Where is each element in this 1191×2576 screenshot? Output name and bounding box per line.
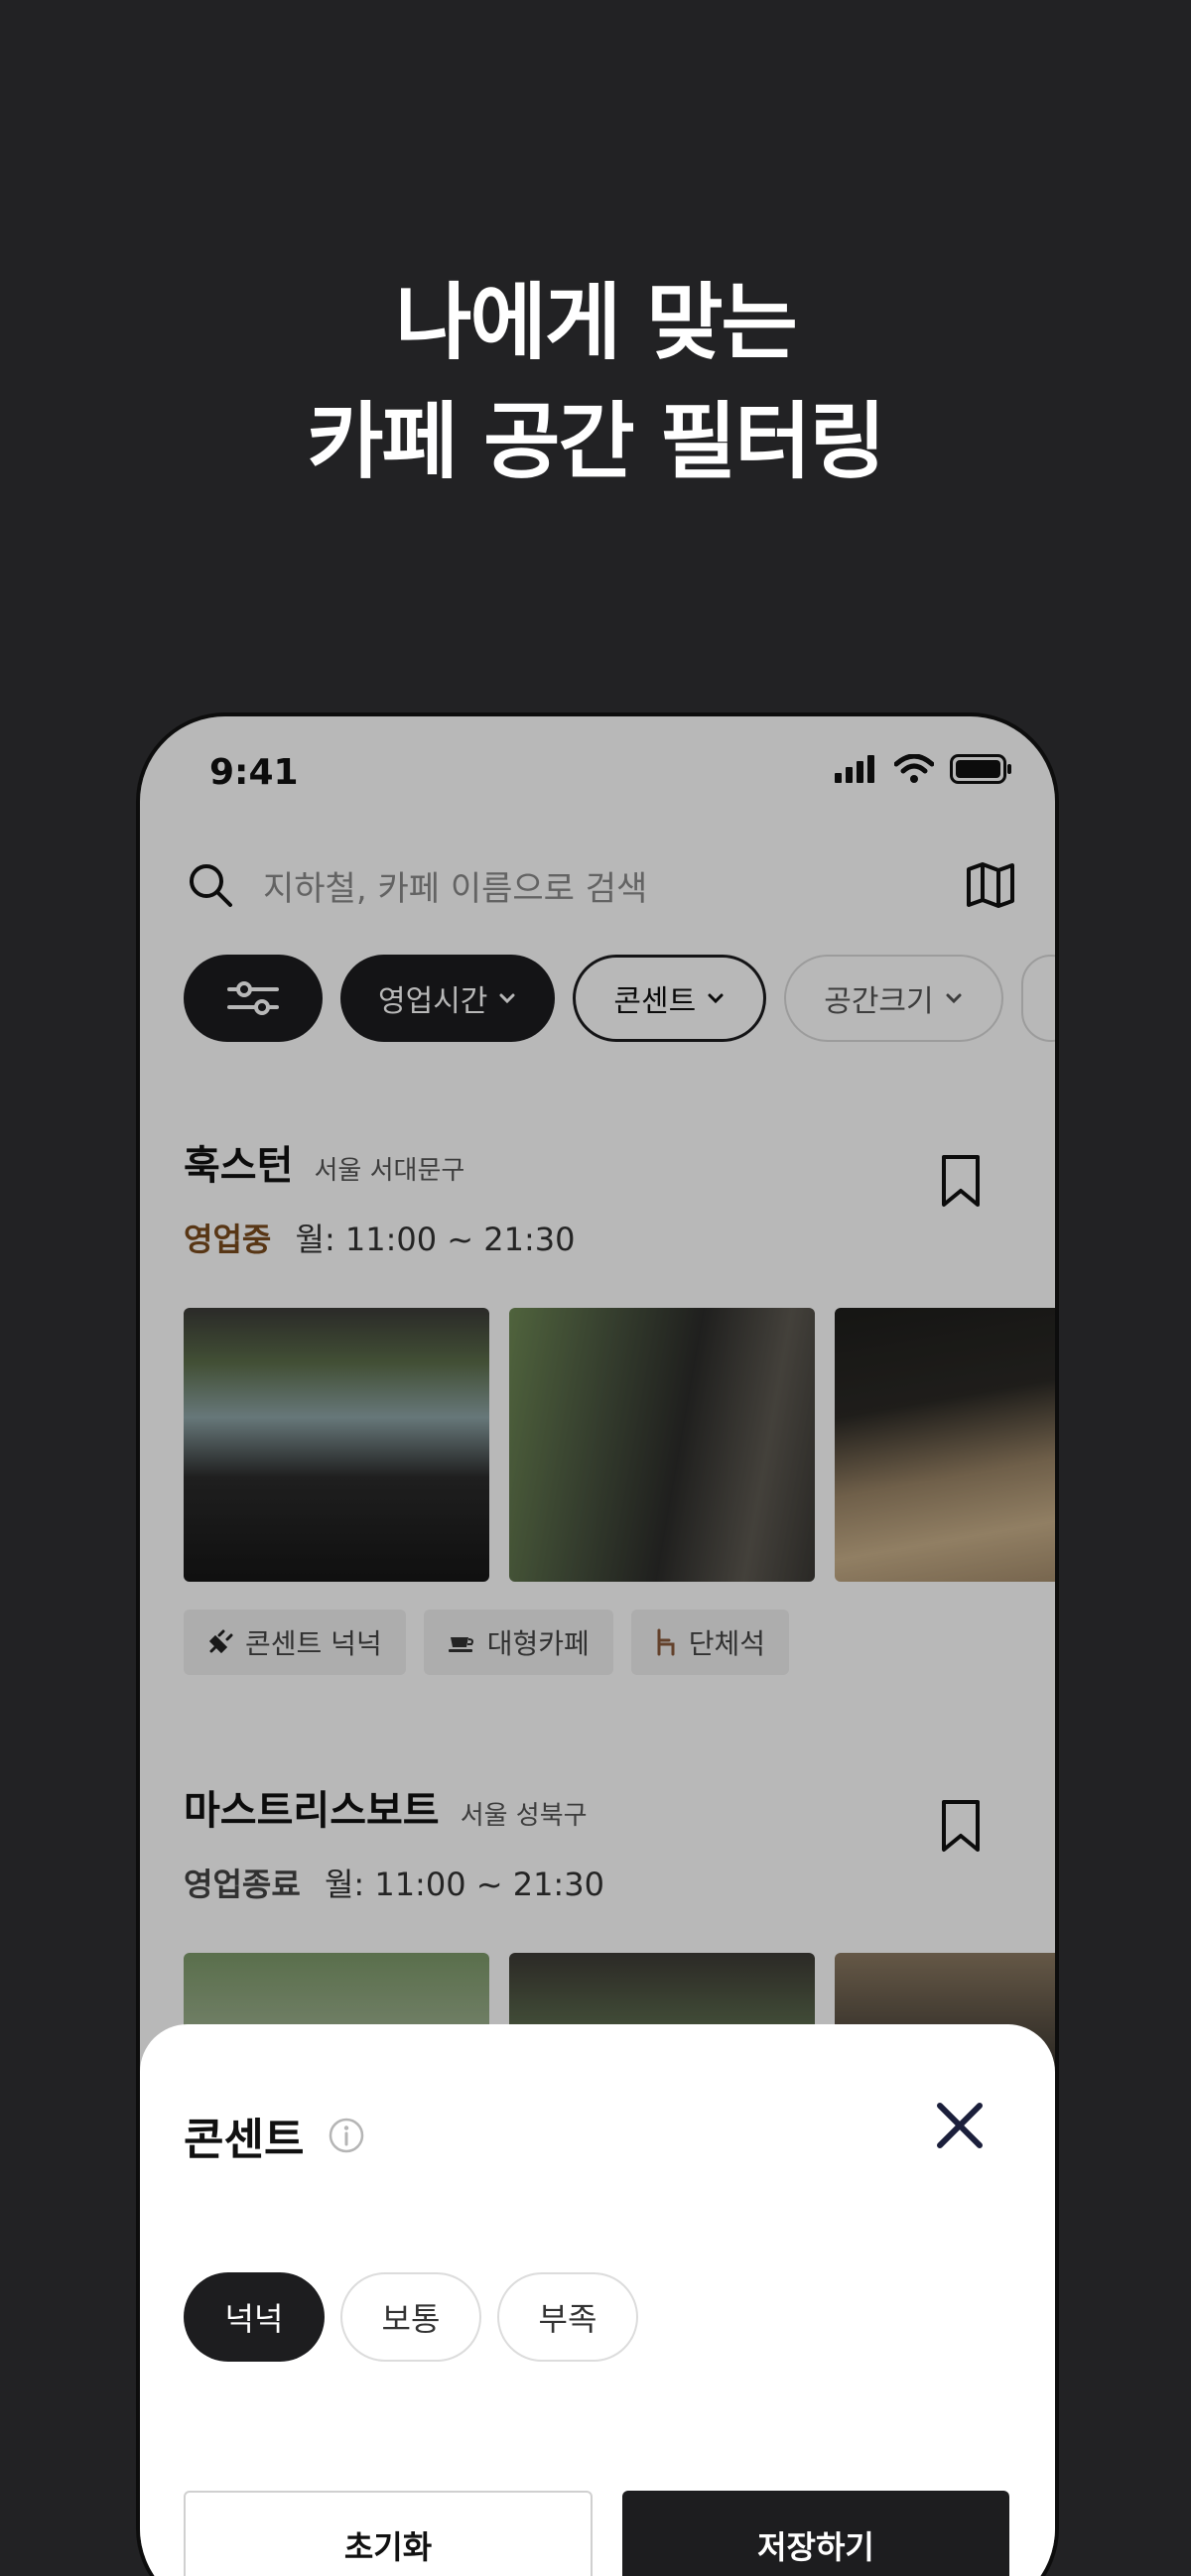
cafe-location: 서울 성북구 [460, 1801, 588, 1831]
sheet-header: 콘센트 [184, 2104, 365, 2167]
chevron-down-icon [499, 993, 515, 1004]
reset-button[interactable]: 초기화 [184, 2491, 593, 2576]
filter-chips: 영업시간 콘센트 공간크기 [184, 955, 1055, 1042]
search-bar[interactable]: 지하철, 카페 이름으로 검색 [188, 845, 1015, 925]
close-icon[interactable] [934, 2100, 986, 2151]
sliders-icon [227, 981, 279, 1015]
hero-line-2: 카페 공간 필터링 [307, 393, 885, 490]
chevron-down-icon [946, 993, 962, 1004]
outlet-filter-sheet: 콘센트 넉넉 보통 부족 초기화 저장하기 [140, 2024, 1055, 2576]
cafe-tags: 콘센트 넉넉 대형카페 단체석 [184, 1610, 1055, 1675]
option-lacking[interactable]: 부족 [497, 2272, 638, 2362]
option-normal[interactable]: 보통 [340, 2272, 481, 2362]
search-icon [190, 864, 232, 907]
tag-label: 단체석 [688, 1627, 766, 1660]
cafe-photo[interactable] [184, 1308, 489, 1582]
status-badge: 영업종료 [184, 1866, 301, 1903]
chevron-down-icon [708, 993, 724, 1004]
hero-heading: 나에게 맞는 카페 공간 필터링 [0, 263, 1191, 501]
status-icons [835, 754, 1013, 784]
cafe-name: 마스트리스보트 [184, 1788, 440, 1834]
bookmark-icon[interactable] [940, 1153, 982, 1209]
tag-outlet: 콘센트 넉넉 [184, 1610, 406, 1675]
status-badge: 영업중 [184, 1221, 272, 1258]
outlet-options: 넉넉 보통 부족 [184, 2272, 638, 2362]
battery-icon [950, 754, 1011, 784]
chip-outlet[interactable]: 콘센트 [573, 955, 767, 1042]
bookmark-icon[interactable] [940, 1798, 982, 1854]
cafe-photo[interactable] [835, 1308, 1055, 1582]
wifi-icon [894, 754, 934, 783]
search-input[interactable]: 지하철, 카페 이름으로 검색 [263, 861, 966, 910]
map-icon[interactable] [966, 861, 1015, 909]
cafe-card[interactable]: 훅스턴 서울 서대문구 영업중 월: 11:00 ~ 21:30 콘센트 넉넉 [184, 1133, 1055, 1675]
chip-hours[interactable]: 영업시간 [340, 955, 556, 1042]
option-plenty[interactable]: 넉넉 [184, 2272, 325, 2362]
hero-line-1: 나에게 맞는 [395, 274, 798, 371]
cafe-photo[interactable] [509, 1308, 815, 1582]
chip-label: 영업시간 [378, 984, 488, 1019]
phone-frame: 9:41 지하철, 카페 이름으로 검색 영업시간 콘센트 공간크기 훅스턴 서… [136, 712, 1059, 2576]
info-icon[interactable] [328, 2117, 365, 2154]
tag-group-seat: 단체석 [630, 1610, 790, 1675]
status-bar: 9:41 [140, 716, 1055, 826]
sheet-title: 콘센트 [184, 2115, 305, 2165]
signal-icon [835, 755, 874, 783]
status-time: 9:41 [209, 752, 299, 793]
sheet-actions: 초기화 저장하기 [184, 2491, 1009, 2576]
filter-settings-button[interactable] [184, 955, 323, 1042]
chip-label: 공간크기 [824, 984, 934, 1019]
cafe-hours-row: 영업종료 월: 11:00 ~ 21:30 [184, 1860, 1055, 1905]
cafe-name: 훅스턴 [184, 1143, 294, 1189]
tag-label: 콘센트 넉넉 [245, 1627, 382, 1660]
chip-space-size[interactable]: 공간크기 [784, 955, 1003, 1042]
cafe-location: 서울 서대문구 [314, 1156, 465, 1186]
save-button[interactable]: 저장하기 [622, 2491, 1009, 2576]
cafe-hours: 월: 11:00 ~ 21:30 [324, 1866, 604, 1903]
tag-label: 대형카페 [486, 1627, 590, 1660]
cafe-hours-row: 영업중 월: 11:00 ~ 21:30 [184, 1215, 1055, 1260]
chip-more[interactable] [1020, 955, 1055, 1042]
chip-label: 콘센트 [613, 984, 697, 1019]
cafe-hours: 월: 11:00 ~ 21:30 [295, 1221, 576, 1258]
cafe-photos[interactable] [184, 1308, 1055, 1582]
tag-large: 대형카페 [423, 1610, 613, 1675]
plug-icon [208, 1629, 233, 1654]
coffee-cup-icon [448, 1637, 473, 1652]
chair-icon [657, 1628, 675, 1656]
